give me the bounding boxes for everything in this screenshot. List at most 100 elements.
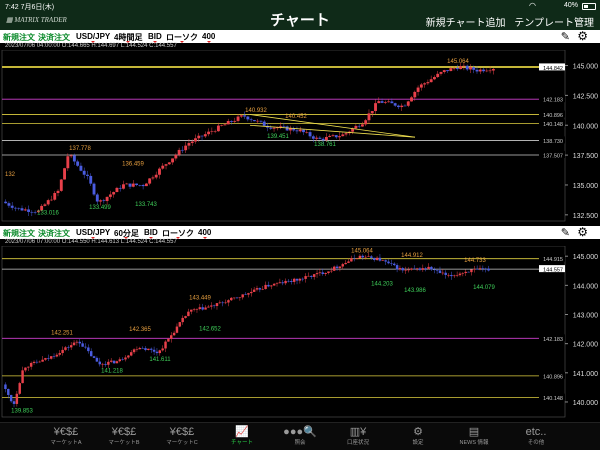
- candle-body: [210, 131, 214, 132]
- candle-body: [129, 352, 133, 356]
- candle-body: [436, 73, 440, 78]
- candle-body: [61, 349, 64, 354]
- candle-body: [435, 269, 439, 271]
- candle-body: [478, 268, 482, 270]
- level-label: 140.896: [543, 374, 563, 380]
- settle-order-button[interactable]: 決済注文: [38, 228, 70, 239]
- settle-order-button[interactable]: 決済注文: [38, 32, 70, 43]
- level-label: 140.148: [543, 122, 563, 128]
- candle-body: [43, 204, 47, 206]
- candle-body: [355, 258, 359, 259]
- count-select[interactable]: 400: [198, 228, 211, 239]
- chart-type-select[interactable]: ローソク: [162, 228, 194, 239]
- candle-body: [390, 101, 394, 104]
- app-logo: ▦ MATRIX TRADER: [6, 16, 67, 24]
- tab-search[interactable]: ●●●🔍 照会: [272, 423, 328, 450]
- candle-body: [27, 366, 30, 368]
- candle-body: [261, 288, 264, 290]
- candle-body: [246, 116, 250, 120]
- candle-body: [152, 349, 156, 352]
- candle-body: [334, 135, 338, 138]
- candle-body: [446, 70, 449, 72]
- candle-body: [76, 161, 80, 166]
- candle-body: [115, 361, 119, 364]
- tab-currency[interactable]: ¥€$£ マーケットA: [38, 423, 94, 450]
- candle-body: [441, 272, 445, 274]
- new-order-button[interactable]: 新規注文: [3, 228, 35, 239]
- candle-body: [174, 154, 178, 159]
- candle-body: [109, 360, 113, 362]
- candlestick-chart[interactable]: 145.000 142.500 140.000 137.500 135.000 132.5…: [0, 50, 600, 222]
- candle-body: [338, 266, 342, 269]
- candle-body: [390, 263, 393, 264]
- candle-body: [221, 302, 224, 304]
- timeframe-select[interactable]: 4時間足: [114, 32, 142, 43]
- candle-body: [360, 124, 364, 127]
- template-manage-button[interactable]: テンプレート管理: [514, 18, 594, 29]
- tab-currency[interactable]: ¥€$£ マーケットB: [96, 423, 152, 450]
- price-label: 141.218: [101, 368, 123, 374]
- tab-settings[interactable]: ⚙ 設定: [390, 423, 446, 450]
- candle-body: [200, 135, 204, 137]
- candle-body: [18, 383, 21, 394]
- candle-body: [69, 345, 73, 348]
- candle-body: [118, 359, 122, 362]
- tab-chart[interactable]: 📈 チャート: [214, 423, 270, 450]
- side-select[interactable]: BID: [144, 228, 158, 239]
- new-order-button[interactable]: 新規注文: [3, 32, 35, 43]
- candle-body: [290, 280, 293, 282]
- tab-news[interactable]: ▤ NEWS 情報: [446, 423, 502, 450]
- axis-label: 135.000: [573, 183, 598, 190]
- candle-body: [264, 284, 267, 289]
- candle-body: [115, 187, 119, 193]
- candle-body: [151, 177, 155, 179]
- side-select[interactable]: BID: [148, 32, 162, 43]
- tab-etc[interactable]: etc.. その他: [508, 423, 564, 450]
- candle-body: [239, 115, 243, 117]
- price-label: 133.499: [89, 205, 111, 211]
- price-label: 133.743: [135, 202, 157, 208]
- candle-body: [198, 307, 202, 310]
- add-chart-button[interactable]: 新規チャート追加: [426, 18, 506, 29]
- candle-body: [148, 178, 152, 184]
- candle-body: [485, 70, 489, 72]
- candle-body: [192, 309, 196, 310]
- tab-currency[interactable]: ¥€$£ マーケットC: [154, 423, 210, 450]
- price-label: 145.064: [351, 248, 373, 254]
- candle-body: [204, 307, 207, 310]
- candle-body: [374, 103, 377, 112]
- tab-label: 照会: [294, 440, 306, 446]
- pencil-icon[interactable]: ✎: [561, 226, 570, 239]
- candle-body: [461, 273, 465, 274]
- candle-body: [131, 183, 135, 187]
- candle-body: [224, 302, 227, 304]
- count-select[interactable]: 400: [202, 32, 215, 43]
- tab-label: マーケットC: [166, 440, 198, 446]
- candle-body: [194, 138, 197, 142]
- axis-label: 143.000: [573, 313, 598, 320]
- candle-body: [304, 276, 307, 279]
- pair-select[interactable]: USD/JPY: [76, 32, 110, 43]
- candle-body: [484, 268, 487, 270]
- candlestick-chart[interactable]: 145.000 144.000 143.000 142.000 141.000 140.0…: [0, 246, 600, 418]
- candle-body: [419, 84, 423, 88]
- candle-body: [370, 256, 373, 258]
- candle-body: [442, 70, 446, 73]
- timeframe-select[interactable]: 60分足: [114, 228, 139, 239]
- candle-body: [72, 155, 76, 162]
- candle-body: [132, 349, 136, 353]
- price-label: 142.251: [51, 330, 73, 336]
- candle-body: [307, 275, 310, 277]
- candle-body: [298, 278, 302, 281]
- tab-account[interactable]: ▥¥ 口座状況: [330, 423, 386, 450]
- candle-body: [449, 68, 453, 72]
- pencil-icon[interactable]: ✎: [561, 30, 570, 43]
- axis-label: 140.000: [573, 123, 598, 130]
- gear-icon[interactable]: ⚙: [577, 29, 588, 43]
- candle-body: [331, 135, 335, 136]
- pair-select[interactable]: USD/JPY: [76, 228, 110, 239]
- gear-icon[interactable]: ⚙: [577, 225, 588, 239]
- chart-type-select[interactable]: ローソク: [166, 32, 198, 43]
- candle-body: [327, 271, 330, 274]
- candle-body: [59, 179, 63, 191]
